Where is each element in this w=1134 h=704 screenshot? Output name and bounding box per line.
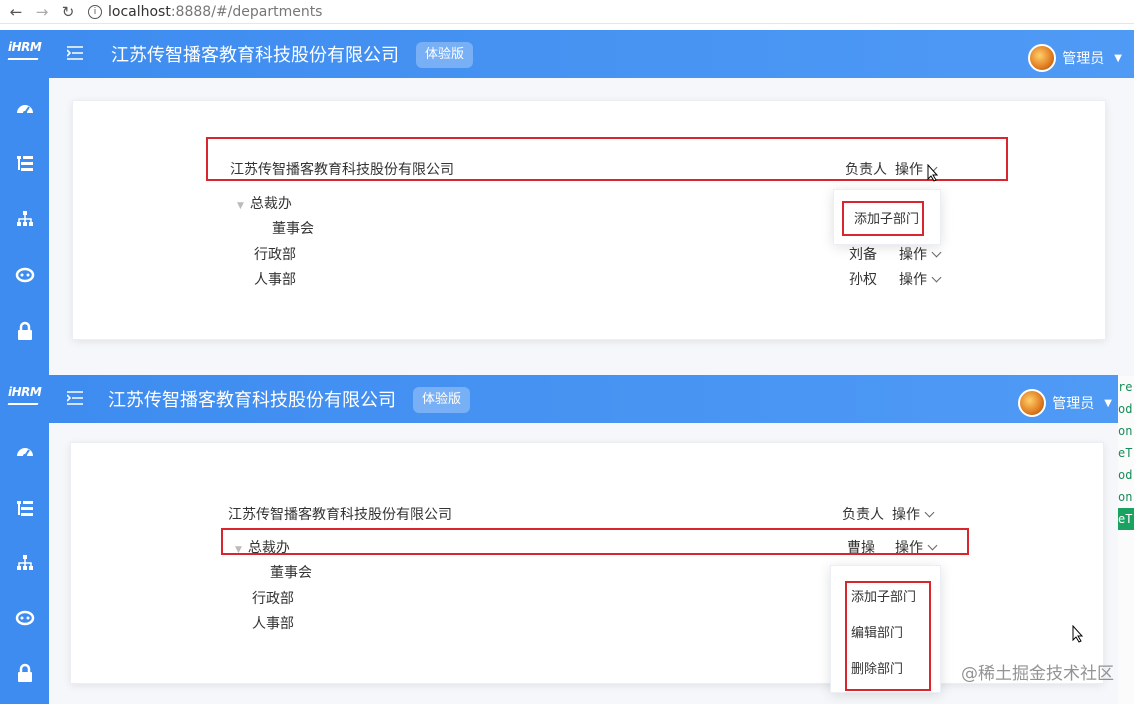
ops-dropdown-trigger[interactable]: 操作 <box>899 272 942 288</box>
watermark: @稀土掘金技术社区 <box>961 664 1114 684</box>
avatar[interactable] <box>1028 44 1057 72</box>
lock-icon[interactable] <box>14 320 36 342</box>
trial-badge: 体验版 <box>416 42 474 68</box>
app-logo: iHRM <box>8 40 42 54</box>
user-menu[interactable]: 管理员 ▼ <box>1018 389 1112 417</box>
ops-dropdown-trigger[interactable]: 操作 <box>899 247 942 263</box>
caret-down-icon[interactable]: ▼ <box>1104 398 1112 409</box>
row-manager: 曹操 <box>847 540 875 556</box>
tree-root-name: 江苏传智播客教育科技股份有限公司 <box>228 507 452 523</box>
menu-item-delete-department[interactable]: 删除部门 <box>851 658 903 677</box>
main-content: 江苏传智播客教育科技股份有限公司 负责人 操作 ▼ 总裁办 董事会 行政部 人事部 … <box>49 423 1118 704</box>
row-actions: 孙权 操作 <box>849 269 942 289</box>
avatar[interactable] <box>1018 389 1047 417</box>
chevron-down-icon <box>931 272 942 283</box>
list-tree-icon[interactable] <box>14 152 36 174</box>
site-info-icon[interactable]: i <box>88 4 102 19</box>
menu-toggle-icon[interactable] <box>67 391 83 405</box>
ops-dropdown-menu: 添加子部门 <box>833 189 941 245</box>
menu-item-edit-department[interactable]: 编辑部门 <box>851 622 903 641</box>
browser-toolbar: ← → ↻ i localhost:8888/#/departments <box>0 0 1134 24</box>
url-host: localhost <box>108 3 171 20</box>
manager-label: 负责人 <box>842 507 884 523</box>
chevron-down-icon <box>924 507 935 518</box>
sidebar: iHRM <box>0 30 49 376</box>
tree-row[interactable]: ▼ 总裁办 <box>235 537 290 557</box>
robot-icon[interactable] <box>14 264 36 286</box>
top-header: 江苏传智播客教育科技股份有限公司 体验版 管理员 ▼ <box>49 375 1118 423</box>
top-header: 江苏传智播客教育科技股份有限公司 体验版 管理员 ▼ <box>49 30 1134 78</box>
department-tree-card: 江苏传智播客教育科技股份有限公司 负责人 操作 ▼ 总裁办 董事会 行政部 人事部 … <box>70 442 1104 693</box>
tree-row[interactable]: 行政部 <box>252 588 294 608</box>
robot-icon[interactable] <box>14 607 36 629</box>
lock-icon[interactable] <box>14 662 36 684</box>
tree-row[interactable]: 董事会 <box>272 218 314 238</box>
manager-label: 负责人 <box>845 162 887 178</box>
trial-badge: 体验版 <box>413 387 471 413</box>
org-chart-icon[interactable] <box>14 208 36 230</box>
row-actions: 刘备 操作 <box>849 244 942 264</box>
company-title: 江苏传智播客教育科技股份有限公司 <box>108 390 396 411</box>
collapse-caret-icon[interactable]: ▼ <box>235 545 242 555</box>
menu-toggle-icon[interactable] <box>67 46 83 60</box>
tree-row[interactable]: 人事部 <box>252 613 294 633</box>
caret-down-icon[interactable]: ▼ <box>1114 53 1122 64</box>
department-tree-card: 江苏传智播客教育科技股份有限公司 负责人 操作 ▼ 总裁办 董事会 行政部 人事部 … <box>72 100 1106 340</box>
row-manager: 刘备 <box>849 247 877 263</box>
address-bar[interactable]: i localhost:8888/#/departments <box>88 2 322 22</box>
devtools-fragment: re od on eT od on eT <box>1118 376 1134 704</box>
reload-icon[interactable]: ↻ <box>58 2 78 22</box>
ops-dropdown-menu: 添加子部门 编辑部门 删除部门 <box>830 565 941 693</box>
list-tree-icon[interactable] <box>14 497 36 519</box>
chevron-down-icon <box>931 247 942 258</box>
org-chart-icon[interactable] <box>14 552 36 574</box>
mouse-cursor-icon <box>927 164 939 182</box>
tree-row[interactable]: ▼ 总裁办 <box>237 193 292 213</box>
ops-dropdown-trigger[interactable]: 操作 <box>892 507 935 523</box>
forward-icon[interactable]: → <box>32 2 52 22</box>
departments-view-before: iHRM 江苏传智播客教育科技股份有限公司 体验版 管理员 ▼ 江苏传智播客教育… <box>0 30 1134 376</box>
company-title: 江苏传智播客教育科技股份有限公司 <box>111 45 399 66</box>
tree-root-actions: 负责人 操作 <box>845 159 938 179</box>
user-name: 管理员 <box>1062 51 1105 67</box>
main-content: 江苏传智播客教育科技股份有限公司 负责人 操作 ▼ 总裁办 董事会 行政部 人事部 … <box>49 78 1134 376</box>
back-icon[interactable]: ← <box>6 2 26 22</box>
url-path: :8888/#/departments <box>170 3 323 20</box>
collapse-caret-icon[interactable]: ▼ <box>237 201 244 211</box>
menu-item-add-sub-department[interactable]: 添加子部门 <box>854 208 919 227</box>
menu-item-add-sub-department[interactable]: 添加子部门 <box>851 586 916 605</box>
row-manager: 孙权 <box>849 272 877 288</box>
tree-row[interactable]: 人事部 <box>254 269 296 289</box>
app-logo: iHRM <box>8 385 42 399</box>
user-menu[interactable]: 管理员 ▼ <box>1028 44 1122 72</box>
sidebar: iHRM <box>0 375 49 704</box>
ops-dropdown-trigger[interactable]: 操作 <box>895 540 938 556</box>
tree-row[interactable]: 董事会 <box>270 562 312 582</box>
tree-root-actions: 负责人 操作 <box>842 504 935 524</box>
dashboard-icon[interactable] <box>14 441 36 463</box>
chevron-down-icon <box>927 540 938 551</box>
departments-view-after: iHRM 江苏传智播客教育科技股份有限公司 体验版 管理员 ▼ 江苏传智播客教育… <box>0 375 1118 704</box>
user-name: 管理员 <box>1052 396 1095 412</box>
row-actions: 曹操 操作 <box>847 537 938 557</box>
dashboard-icon[interactable] <box>14 98 36 120</box>
tree-row[interactable]: 行政部 <box>254 244 296 264</box>
mouse-cursor-icon <box>1072 625 1084 643</box>
tree-root-name: 江苏传智播客教育科技股份有限公司 <box>230 162 454 178</box>
